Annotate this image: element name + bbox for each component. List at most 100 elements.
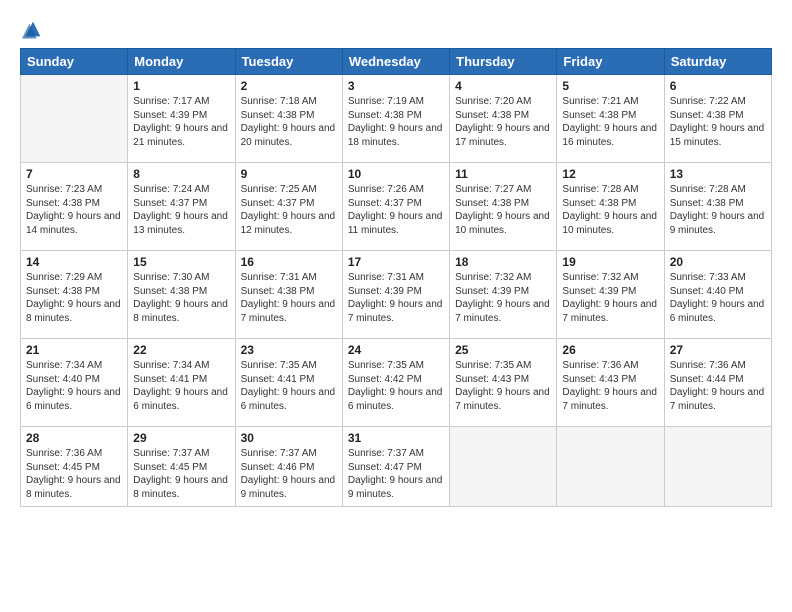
sunrise-line: Sunrise: 7:18 AM xyxy=(241,95,337,109)
daylight-line: Daylight: 9 hours and 6 minutes. xyxy=(241,386,337,413)
day-number: 8 xyxy=(133,167,229,181)
calendar-cell: 14Sunrise: 7:29 AMSunset: 4:38 PMDayligh… xyxy=(21,251,128,339)
daylight-line: Daylight: 9 hours and 7 minutes. xyxy=(562,386,658,413)
daylight-line: Daylight: 9 hours and 9 minutes. xyxy=(241,474,337,501)
daylight-line: Daylight: 9 hours and 9 minutes. xyxy=(670,210,766,237)
day-number: 21 xyxy=(26,343,122,357)
day-number: 5 xyxy=(562,79,658,93)
sunset-line: Sunset: 4:39 PM xyxy=(562,285,658,299)
calendar-cell: 12Sunrise: 7:28 AMSunset: 4:38 PMDayligh… xyxy=(557,163,664,251)
sunset-line: Sunset: 4:43 PM xyxy=(562,373,658,387)
day-number: 22 xyxy=(133,343,229,357)
daylight-line: Daylight: 9 hours and 15 minutes. xyxy=(670,122,766,149)
day-number: 17 xyxy=(348,255,444,269)
sunset-line: Sunset: 4:38 PM xyxy=(241,285,337,299)
day-number: 16 xyxy=(241,255,337,269)
sunset-line: Sunset: 4:38 PM xyxy=(670,109,766,123)
calendar-cell: 26 Sunrise: 7:36 AMSunset: 4:43 PMDayligh… xyxy=(557,339,664,427)
calendar-cell: 29Sunrise: 7:37 AMSunset: 4:45 PMDayligh… xyxy=(128,427,235,507)
sunrise-line: Sunrise: 7:30 AM xyxy=(133,271,229,285)
calendar-cell: 6 Sunrise: 7:22 AMSunset: 4:38 PMDaylight… xyxy=(664,75,771,163)
daylight-line: Daylight: 9 hours and 8 minutes. xyxy=(133,298,229,325)
calendar-cell: 28Sunrise: 7:36 AMSunset: 4:45 PMDayligh… xyxy=(21,427,128,507)
calendar-cell: 15Sunrise: 7:30 AMSunset: 4:38 PMDayligh… xyxy=(128,251,235,339)
daylight-line: Daylight: 9 hours and 8 minutes. xyxy=(26,298,122,325)
daylight-line: Daylight: 9 hours and 16 minutes. xyxy=(562,122,658,149)
calendar-cell: 19Sunrise: 7:32 AMSunset: 4:39 PMDayligh… xyxy=(557,251,664,339)
calendar-cell: 31Sunrise: 7:37 AMSunset: 4:47 PMDayligh… xyxy=(342,427,449,507)
calendar-cell: 5Sunrise: 7:21 AMSunset: 4:38 PMDaylight… xyxy=(557,75,664,163)
calendar-cell: 11Sunrise: 7:27 AMSunset: 4:38 PMDayligh… xyxy=(450,163,557,251)
day-number: 23 xyxy=(241,343,337,357)
sunrise-line: Sunrise: 7:19 AM xyxy=(348,95,444,109)
daylight-line: Daylight: 9 hours and 6 minutes. xyxy=(133,386,229,413)
sunset-line: Sunset: 4:41 PM xyxy=(133,373,229,387)
sunset-line: Sunset: 4:38 PM xyxy=(348,109,444,123)
sunset-line: Sunset: 4:45 PM xyxy=(26,461,122,475)
day-number: 2 xyxy=(241,79,337,93)
sunrise-line: Sunrise: 7:33 AM xyxy=(670,271,766,285)
sunset-line: Sunset: 4:47 PM xyxy=(348,461,444,475)
sunrise-line: Sunrise: 7:17 AM xyxy=(133,95,229,109)
calendar-cell: 1Sunrise: 7:17 AMSunset: 4:39 PMDaylight… xyxy=(128,75,235,163)
day-number: 14 xyxy=(26,255,122,269)
daylight-line: Daylight: 9 hours and 18 minutes. xyxy=(348,122,444,149)
sunrise-line: Sunrise: 7:27 AM xyxy=(455,183,551,197)
week-row-2: 7Sunrise: 7:23 AMSunset: 4:38 PMDaylight… xyxy=(21,163,772,251)
sunrise-line: Sunrise: 7:36 AM xyxy=(670,359,766,373)
calendar-cell: 17Sunrise: 7:31 AMSunset: 4:39 PMDayligh… xyxy=(342,251,449,339)
daylight-line: Daylight: 9 hours and 7 minutes. xyxy=(670,386,766,413)
weekday-header-wednesday: Wednesday xyxy=(342,49,449,75)
sunset-line: Sunset: 4:38 PM xyxy=(241,109,337,123)
calendar-cell: 10Sunrise: 7:26 AMSunset: 4:37 PMDayligh… xyxy=(342,163,449,251)
week-row-3: 14Sunrise: 7:29 AMSunset: 4:38 PMDayligh… xyxy=(21,251,772,339)
day-number: 11 xyxy=(455,167,551,181)
day-number: 28 xyxy=(26,431,122,445)
sunset-line: Sunset: 4:38 PM xyxy=(455,197,551,211)
day-number: 6 xyxy=(670,79,766,93)
day-number: 12 xyxy=(562,167,658,181)
day-number: 30 xyxy=(241,431,337,445)
calendar-cell xyxy=(21,75,128,163)
daylight-line: Daylight: 9 hours and 6 minutes. xyxy=(348,386,444,413)
calendar-cell: 18Sunrise: 7:32 AMSunset: 4:39 PMDayligh… xyxy=(450,251,557,339)
sunrise-line: Sunrise: 7:34 AM xyxy=(133,359,229,373)
day-number: 19 xyxy=(562,255,658,269)
day-number: 26 xyxy=(562,343,658,357)
day-number: 4 xyxy=(455,79,551,93)
daylight-line: Daylight: 9 hours and 9 minutes. xyxy=(348,474,444,501)
daylight-line: Daylight: 9 hours and 7 minutes. xyxy=(455,386,551,413)
weekday-header-saturday: Saturday xyxy=(664,49,771,75)
sunset-line: Sunset: 4:38 PM xyxy=(26,285,122,299)
day-number: 18 xyxy=(455,255,551,269)
sunrise-line: Sunrise: 7:32 AM xyxy=(562,271,658,285)
sunset-line: Sunset: 4:41 PM xyxy=(241,373,337,387)
daylight-line: Daylight: 9 hours and 21 minutes. xyxy=(133,122,229,149)
calendar-cell: 9Sunrise: 7:25 AMSunset: 4:37 PMDaylight… xyxy=(235,163,342,251)
day-number: 15 xyxy=(133,255,229,269)
sunrise-line: Sunrise: 7:28 AM xyxy=(562,183,658,197)
calendar-cell xyxy=(557,427,664,507)
sunrise-line: Sunrise: 7:26 AM xyxy=(348,183,444,197)
sunrise-line: Sunrise: 7:21 AM xyxy=(562,95,658,109)
daylight-line: Daylight: 9 hours and 7 minutes. xyxy=(348,298,444,325)
day-number: 27 xyxy=(670,343,766,357)
daylight-line: Daylight: 9 hours and 10 minutes. xyxy=(562,210,658,237)
sunset-line: Sunset: 4:38 PM xyxy=(670,197,766,211)
sunrise-line: Sunrise: 7:36 AM xyxy=(562,359,658,373)
day-number: 9 xyxy=(241,167,337,181)
calendar-cell: 21Sunrise: 7:34 AMSunset: 4:40 PMDayligh… xyxy=(21,339,128,427)
calendar-cell: 8Sunrise: 7:24 AMSunset: 4:37 PMDaylight… xyxy=(128,163,235,251)
sunset-line: Sunset: 4:38 PM xyxy=(455,109,551,123)
sunrise-line: Sunrise: 7:22 AM xyxy=(670,95,766,109)
sunrise-line: Sunrise: 7:28 AM xyxy=(670,183,766,197)
sunrise-line: Sunrise: 7:35 AM xyxy=(241,359,337,373)
calendar-cell xyxy=(450,427,557,507)
calendar-cell: 23 Sunrise: 7:35 AMSunset: 4:41 PMDayligh… xyxy=(235,339,342,427)
calendar-cell: 3Sunrise: 7:19 AMSunset: 4:38 PMDaylight… xyxy=(342,75,449,163)
calendar-cell xyxy=(664,427,771,507)
sunrise-line: Sunrise: 7:34 AM xyxy=(26,359,122,373)
sunset-line: Sunset: 4:40 PM xyxy=(670,285,766,299)
calendar-cell: 30Sunrise: 7:37 AMSunset: 4:46 PMDayligh… xyxy=(235,427,342,507)
weekday-header-sunday: Sunday xyxy=(21,49,128,75)
